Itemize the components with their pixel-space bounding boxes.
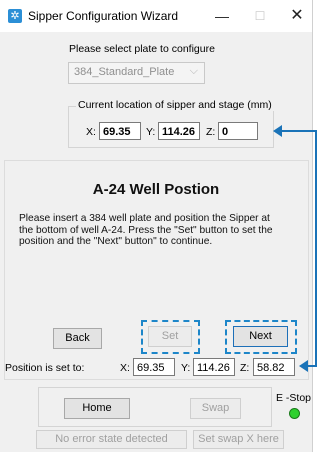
annotation-line-bottom (308, 365, 317, 367)
set-y-label: Y: (181, 362, 191, 374)
gear-icon: ✲ (8, 9, 22, 23)
estop-label: E -Stop (276, 392, 312, 404)
set-button[interactable]: Set (148, 326, 192, 347)
title-bar: ✲ Sipper Configuration Wizard — ☐ ✕ (0, 0, 312, 32)
back-button[interactable]: Back (53, 328, 102, 349)
step-heading: A-24 Well Postion (92, 181, 220, 198)
current-location-title: Current location of sipper and stage (mm… (76, 99, 274, 111)
current-y-field: 114.26 (158, 122, 200, 140)
arrow-left-icon (299, 360, 308, 372)
position-set-label: Position is set to: (5, 362, 85, 374)
plate-select[interactable]: 384_Standard_Plate ⌵ (68, 62, 205, 84)
chevron-down-icon: ⌵ (189, 65, 198, 77)
estop-indicator (289, 408, 300, 419)
current-x-label: X: (86, 126, 96, 138)
set-z-field: 58.82 (253, 358, 295, 376)
current-y-label: Y: (146, 126, 156, 138)
wizard-window: ✲ Sipper Configuration Wizard — ☐ ✕ Plea… (0, 0, 313, 452)
next-button[interactable]: Next (233, 326, 288, 347)
home-button[interactable]: Home (64, 398, 130, 419)
plate-prompt: Please select plate to configure (69, 43, 215, 55)
swap-button[interactable]: Swap (190, 398, 241, 419)
current-z-field: 0 (218, 122, 258, 140)
set-x-label: X: (120, 362, 130, 374)
arrow-left-icon (273, 125, 282, 137)
set-x-field: 69.35 (133, 358, 175, 376)
set-y-field: 114.26 (193, 358, 235, 376)
current-z-label: Z: (206, 126, 216, 138)
set-swap-button[interactable]: Set swap X here (193, 430, 284, 449)
window-title: Sipper Configuration Wizard (28, 9, 179, 23)
plate-select-value: 384_Standard_Plate (74, 66, 175, 78)
step-instructions: Please insert a 384 well plate and posit… (19, 213, 273, 247)
annotation-line-vertical (315, 130, 317, 367)
annotation-line-top (282, 130, 316, 132)
current-x-field: 69.35 (99, 122, 141, 140)
error-status-button[interactable]: No error state detected (36, 430, 187, 449)
maximize-button[interactable]: ☐ (246, 4, 274, 28)
close-button[interactable]: ✕ (283, 4, 311, 28)
minimize-button[interactable]: — (208, 4, 236, 28)
set-z-label: Z: (240, 362, 250, 374)
